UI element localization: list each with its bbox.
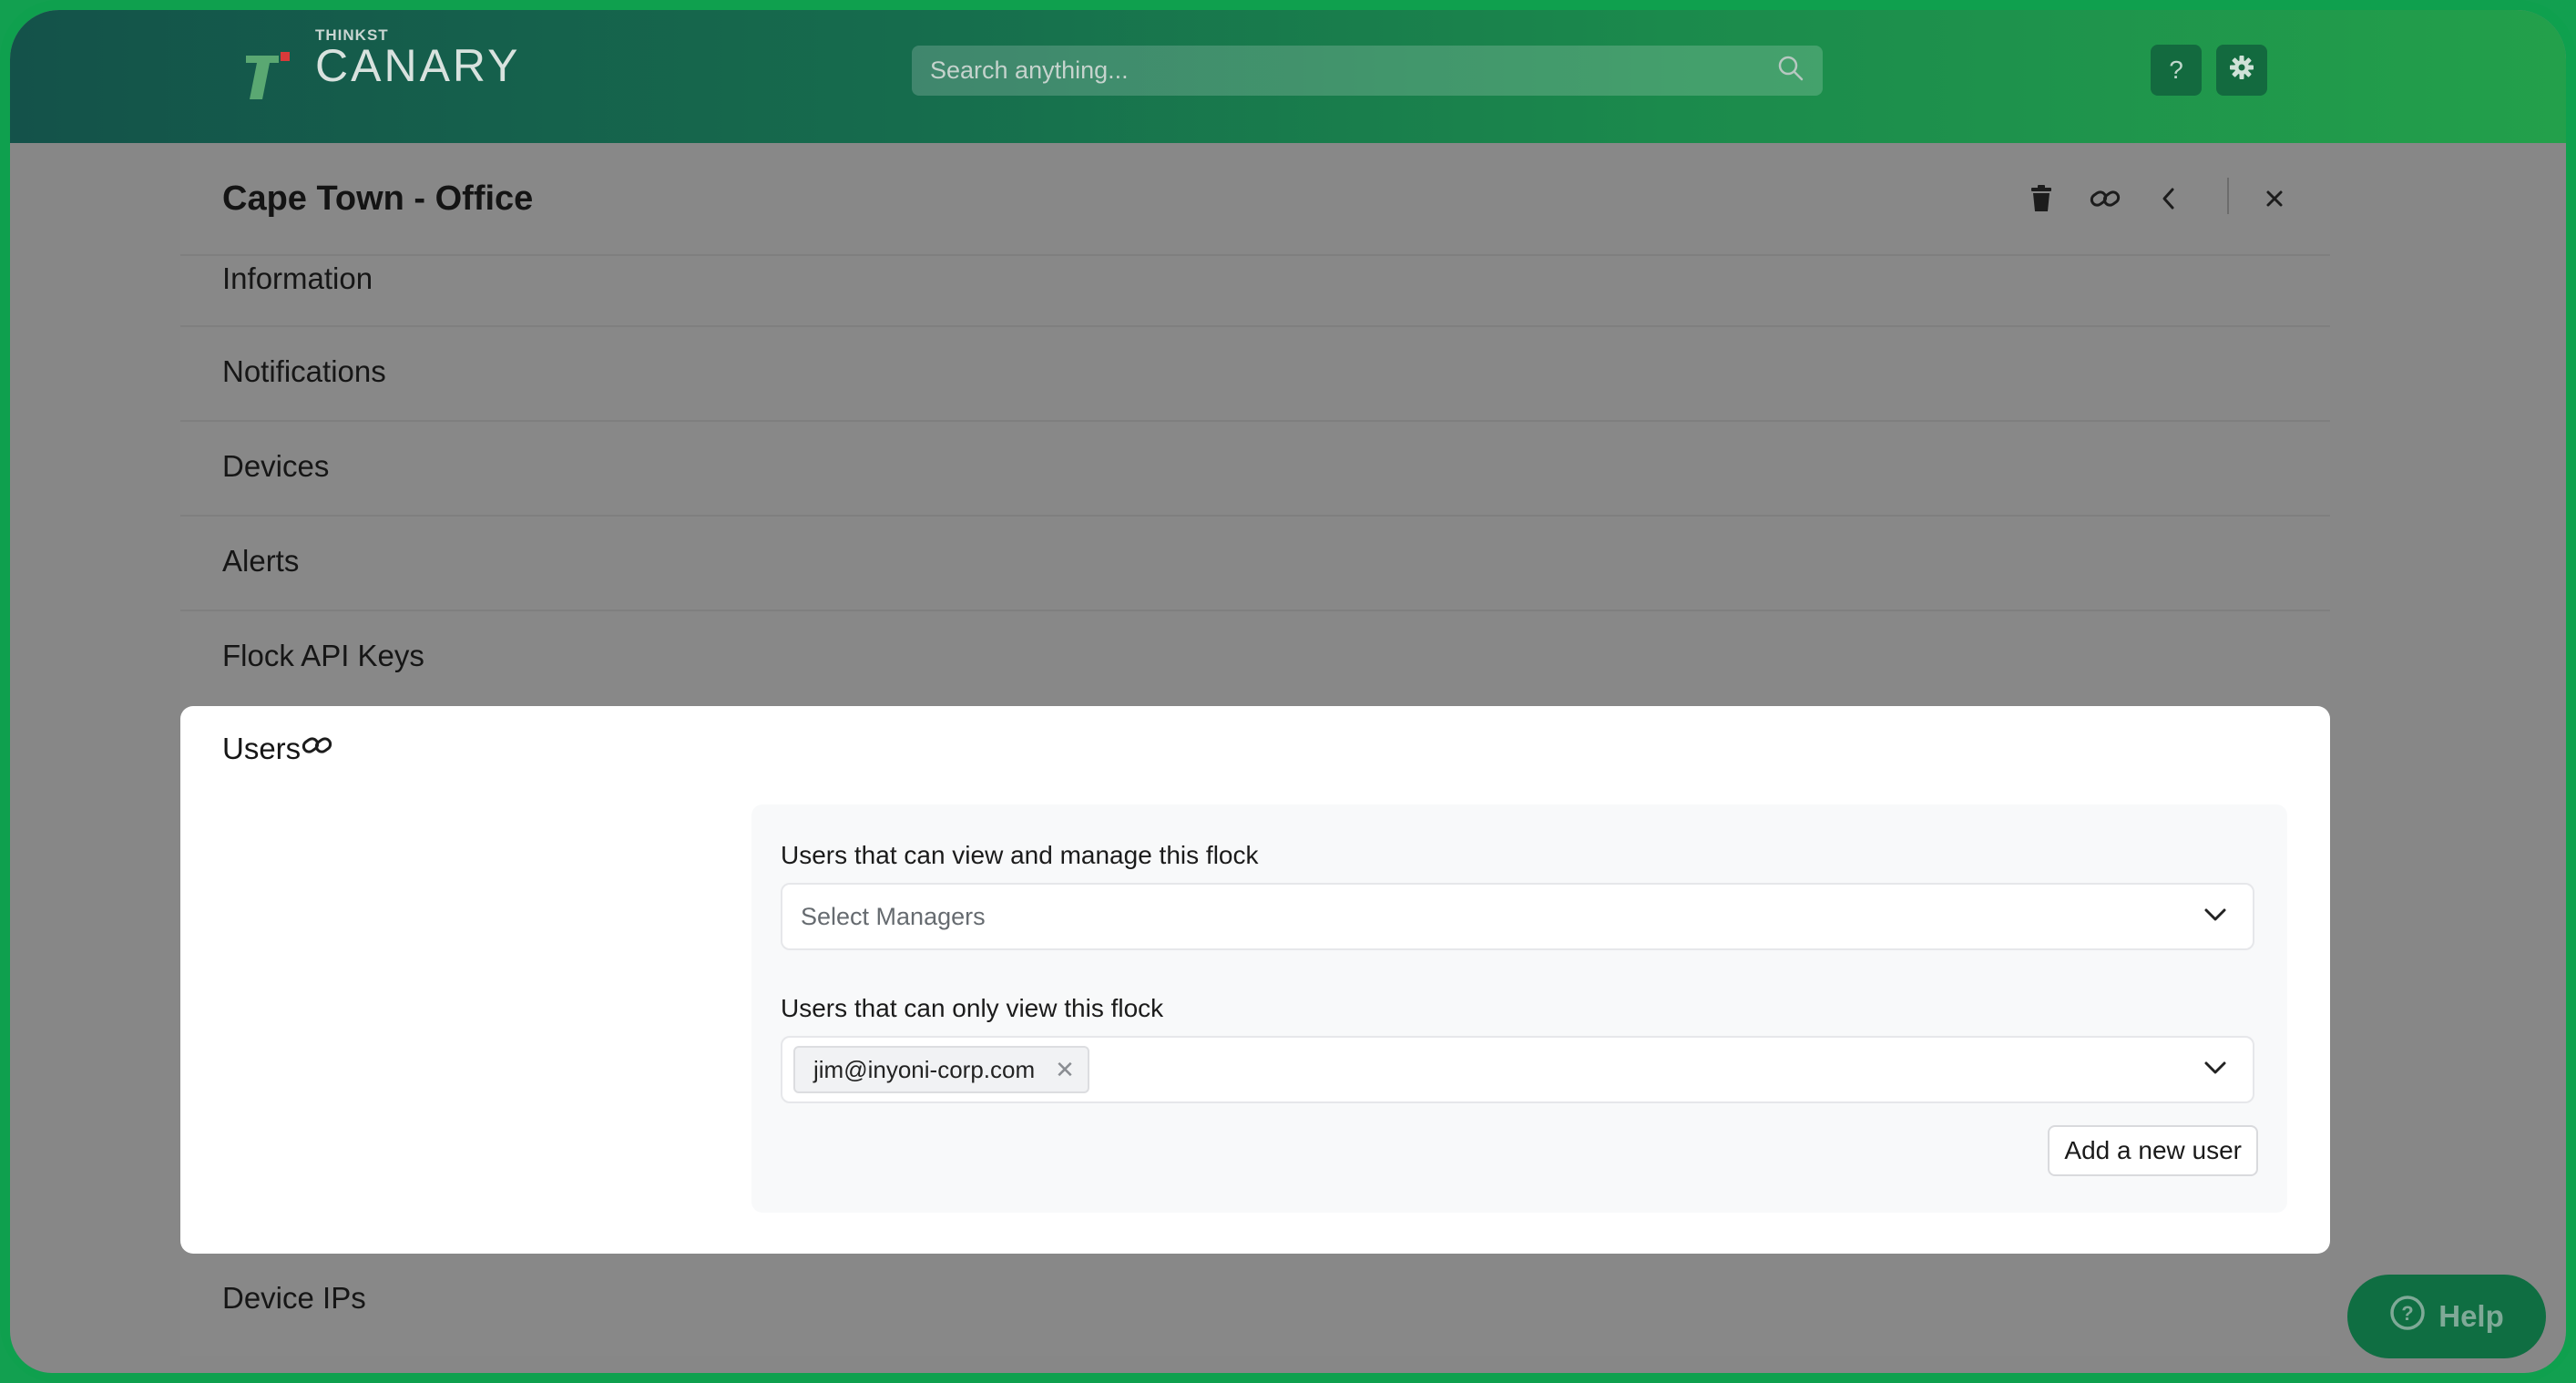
help-circle-icon: ?: [2389, 1295, 2426, 1338]
managers-select[interactable]: Select Managers: [781, 883, 2254, 950]
header-divider: [2227, 178, 2229, 214]
section-label: Flock API Keys: [222, 639, 424, 672]
selected-user-email: jim@inyoni-corp.com: [813, 1055, 1036, 1083]
managers-placeholder: Select Managers: [801, 903, 986, 930]
logo-brand-big: CANARY: [315, 40, 521, 91]
window-frame: THINKST CANARY Search anything... ? Cape…: [0, 0, 2576, 1383]
section-device-ips[interactable]: Device IPs: [180, 1254, 2330, 1356]
users-form: Users that can view and manage this floc…: [751, 804, 2287, 1213]
help-widget-button[interactable]: ? Help: [2347, 1275, 2546, 1358]
link-icon[interactable]: [302, 732, 332, 763]
section-users-expanded: Users Users that can view and manage thi…: [180, 706, 2330, 1254]
search-icon: [1777, 55, 1804, 87]
selected-user-tag: jim@inyoni-corp.com ✕: [793, 1046, 1089, 1093]
section-information[interactable]: Information: [180, 254, 2330, 327]
trash-icon[interactable]: [2026, 183, 2057, 214]
gear-icon: [2228, 54, 2255, 87]
search-input[interactable]: Search anything...: [912, 46, 1823, 96]
section-label: Information: [222, 261, 373, 295]
section-label: Devices: [222, 449, 330, 483]
section-label: Device IPs: [222, 1281, 366, 1315]
section-label: Notifications: [222, 354, 386, 388]
top-navigation-bar: THINKST CANARY Search anything... ?: [10, 10, 2566, 143]
page-title: Cape Town - Office: [222, 179, 534, 218]
link-icon[interactable]: [2090, 183, 2121, 214]
managers-label: Users that can view and manage this floc…: [781, 841, 1259, 869]
section-label: Alerts: [222, 544, 300, 578]
svg-text:?: ?: [2402, 1302, 2414, 1325]
close-icon[interactable]: [2259, 183, 2290, 214]
viewers-select[interactable]: jim@inyoni-corp.com ✕: [781, 1036, 2254, 1103]
section-devices[interactable]: Devices: [180, 422, 2330, 517]
canary-logo-text[interactable]: THINKST CANARY: [315, 26, 520, 92]
section-alerts[interactable]: Alerts: [180, 517, 2330, 611]
help-button[interactable]: ?: [2151, 45, 2202, 96]
help-widget-label: Help: [2438, 1299, 2504, 1333]
app-viewport: THINKST CANARY Search anything... ? Cape…: [10, 10, 2566, 1373]
remove-tag-icon[interactable]: ✕: [1055, 1056, 1075, 1084]
users-section-title[interactable]: Users: [222, 732, 301, 766]
section-flock-api-keys[interactable]: Flock API Keys: [180, 611, 2330, 706]
chevron-down-icon[interactable]: [2203, 1060, 2227, 1081]
viewers-label: Users that can only view this flock: [781, 994, 1164, 1022]
add-new-user-button[interactable]: Add a new user: [2048, 1125, 2258, 1176]
section-notifications[interactable]: Notifications: [180, 327, 2330, 422]
chevron-left-icon[interactable]: [2153, 183, 2184, 214]
panel-header: Cape Town - Office: [180, 143, 2330, 256]
settings-button[interactable]: [2216, 45, 2267, 96]
search-placeholder: Search anything...: [930, 56, 1129, 84]
question-icon: ?: [2169, 56, 2183, 84]
canary-logo-mark: [242, 30, 297, 103]
chevron-down-icon[interactable]: [2203, 907, 2227, 927]
